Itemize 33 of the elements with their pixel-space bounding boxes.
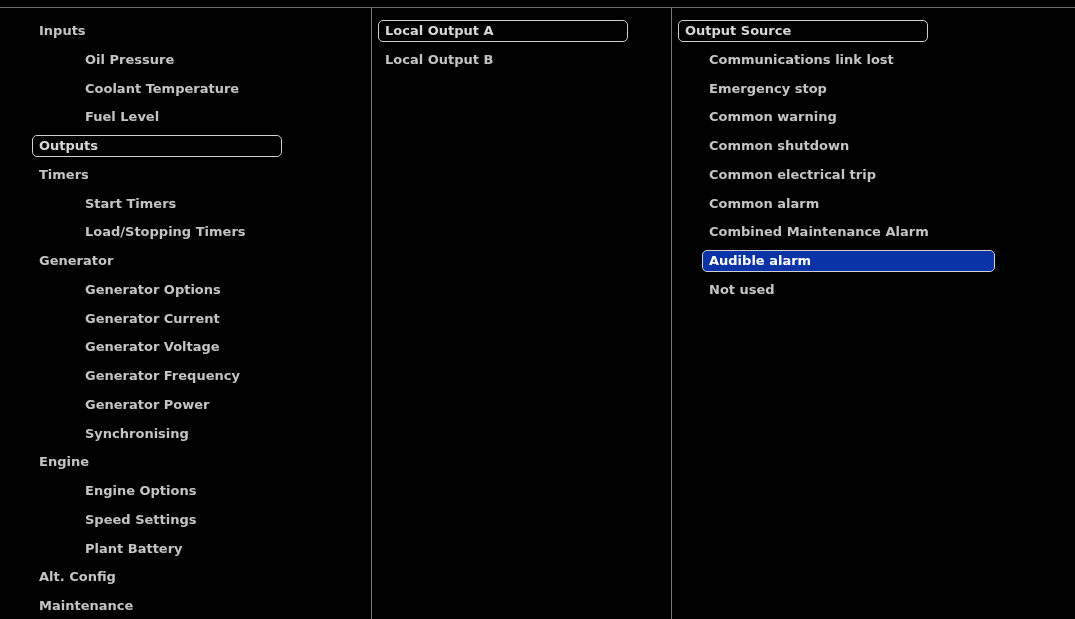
- menu-item[interactable]: Common alarm: [702, 192, 995, 215]
- menu-item[interactable]: Output Source: [678, 20, 928, 42]
- menu-item[interactable]: Emergency stop: [702, 77, 995, 100]
- menu-item[interactable]: Oil Pressure: [78, 48, 298, 71]
- menu-item[interactable]: Timers: [32, 163, 282, 186]
- menu-item[interactable]: Maintenance: [32, 595, 282, 617]
- menu-item[interactable]: Local Output B: [378, 48, 628, 71]
- menu-item[interactable]: Start Timers: [78, 192, 298, 215]
- menu-item[interactable]: Generator Power: [78, 393, 298, 416]
- menu-item[interactable]: Load/Stopping Timers: [78, 221, 298, 244]
- menu-item[interactable]: Generator Frequency: [78, 365, 298, 387]
- menu-item[interactable]: Local Output A: [378, 20, 628, 42]
- menu-item[interactable]: Not used: [702, 278, 995, 301]
- menu-item[interactable]: Generator Current: [78, 307, 298, 330]
- menu-item[interactable]: Speed Settings: [78, 508, 298, 531]
- menu-item[interactable]: Combined Maintenance Alarm: [702, 221, 995, 244]
- menu-item[interactable]: Engine Options: [78, 480, 298, 502]
- menu-item[interactable]: Generator Options: [78, 278, 298, 301]
- menu-item[interactable]: Common warning: [702, 106, 995, 129]
- menu-item[interactable]: Inputs: [32, 20, 282, 42]
- menu-item[interactable]: Outputs: [32, 135, 282, 157]
- menu-item[interactable]: Alt. Config: [32, 566, 282, 589]
- menu-item[interactable]: Generator Voltage: [78, 336, 298, 359]
- menu-item[interactable]: Synchronising: [78, 422, 298, 445]
- menu-item[interactable]: Common shutdown: [702, 135, 995, 157]
- menu-item[interactable]: Coolant Temperature: [78, 77, 298, 100]
- menu-item[interactable]: Engine: [32, 451, 282, 474]
- menu-item[interactable]: Communications link lost: [702, 48, 995, 71]
- menu-item[interactable]: Generator: [32, 250, 282, 272]
- menu-item[interactable]: Common electrical trip: [702, 163, 995, 186]
- menu-item[interactable]: Audible alarm: [702, 250, 995, 272]
- menu-item[interactable]: Plant Battery: [78, 537, 298, 560]
- menu-item[interactable]: Fuel Level: [78, 106, 298, 129]
